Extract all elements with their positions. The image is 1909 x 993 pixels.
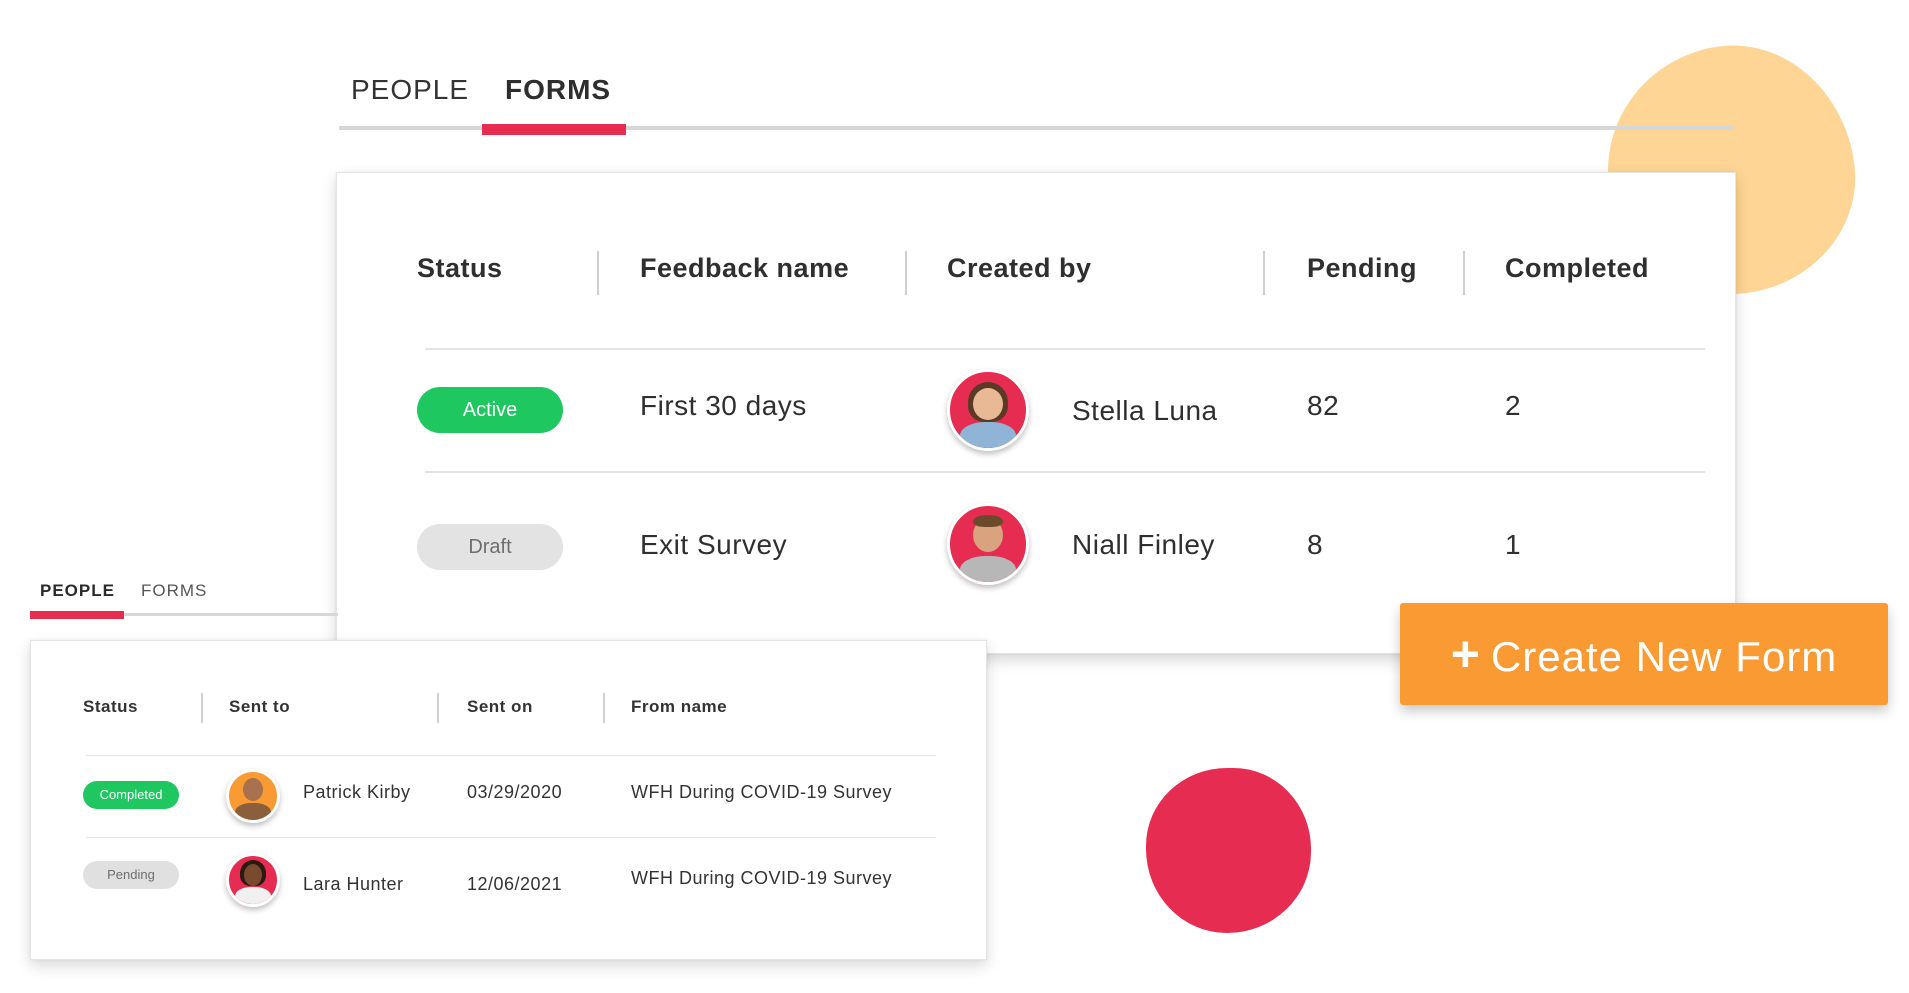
tab-people[interactable]: PEOPLE: [40, 581, 115, 601]
sent-on-date: 12/06/2021: [467, 874, 563, 894]
completed-count: 1: [1505, 529, 1522, 560]
feedback-name[interactable]: First 30 days: [640, 390, 807, 422]
column-header-completed[interactable]: Completed: [1505, 253, 1649, 284]
forms-view-tabs: PEOPLE FORMS: [339, 66, 1734, 136]
people-table-card: Status Sent to Sent on From name Complet…: [30, 640, 987, 960]
row-divider: [425, 348, 1705, 350]
row-divider: [86, 837, 936, 838]
row-divider: [425, 471, 1705, 473]
column-divider: [437, 693, 439, 723]
from-name[interactable]: WFH During COVID-19 Survey: [631, 868, 892, 889]
avatar-patrick-kirby-icon: [226, 769, 280, 823]
active-tab-indicator: [482, 124, 626, 135]
pending-count: 8: [1307, 529, 1324, 560]
status-badge-pending: Pending: [83, 861, 179, 889]
from-name[interactable]: WFH During COVID-19 Survey: [631, 782, 892, 803]
people-view-tabs: PEOPLE FORMS: [30, 576, 338, 620]
column-header-feedback-name[interactable]: Feedback name: [640, 253, 849, 284]
creator-name: Stella Luna: [1072, 395, 1218, 426]
tab-forms[interactable]: FORMS: [141, 581, 207, 601]
avatar-niall-finley-icon: [947, 503, 1029, 585]
creator-name: Niall Finley: [1072, 529, 1215, 560]
column-header-status[interactable]: Status: [83, 697, 138, 717]
status-badge-active: Active: [417, 387, 563, 433]
status-badge-draft: Draft: [417, 524, 563, 570]
column-divider: [1463, 251, 1465, 295]
avatar-stella-luna-icon: [947, 369, 1029, 451]
plus-icon: +: [1450, 626, 1481, 682]
column-header-from-name[interactable]: From name: [631, 697, 727, 717]
column-header-pending[interactable]: Pending: [1307, 253, 1417, 284]
create-new-form-button[interactable]: + Create New Form: [1400, 603, 1888, 705]
create-new-form-label: Create New Form: [1490, 633, 1838, 680]
column-header-sent-to[interactable]: Sent to: [229, 697, 290, 717]
sent-on-date: 03/29/2020: [467, 782, 563, 802]
recipient-name: Patrick Kirby: [303, 782, 411, 802]
avatar-lara-hunter-icon: [226, 853, 280, 907]
column-divider: [201, 693, 203, 723]
column-divider: [905, 251, 907, 295]
feedback-name[interactable]: Exit Survey: [640, 529, 787, 561]
column-divider: [597, 251, 599, 295]
recipient-name: Lara Hunter: [303, 874, 404, 894]
completed-count: 2: [1505, 390, 1522, 421]
column-divider: [603, 693, 605, 723]
active-tab-indicator: [30, 611, 124, 619]
pending-count: 82: [1307, 390, 1340, 421]
tab-people[interactable]: PEOPLE: [351, 74, 469, 106]
column-header-status[interactable]: Status: [417, 253, 503, 284]
row-divider: [86, 755, 936, 756]
column-header-created-by[interactable]: Created by: [947, 253, 1092, 284]
column-header-sent-on[interactable]: Sent on: [467, 697, 533, 717]
decorative-red-blob: [1146, 768, 1311, 933]
status-badge-completed: Completed: [83, 781, 179, 809]
column-divider: [1263, 251, 1265, 295]
tab-forms[interactable]: FORMS: [505, 74, 611, 106]
forms-table-card: Status Feedback name Created by Pending …: [336, 172, 1736, 654]
